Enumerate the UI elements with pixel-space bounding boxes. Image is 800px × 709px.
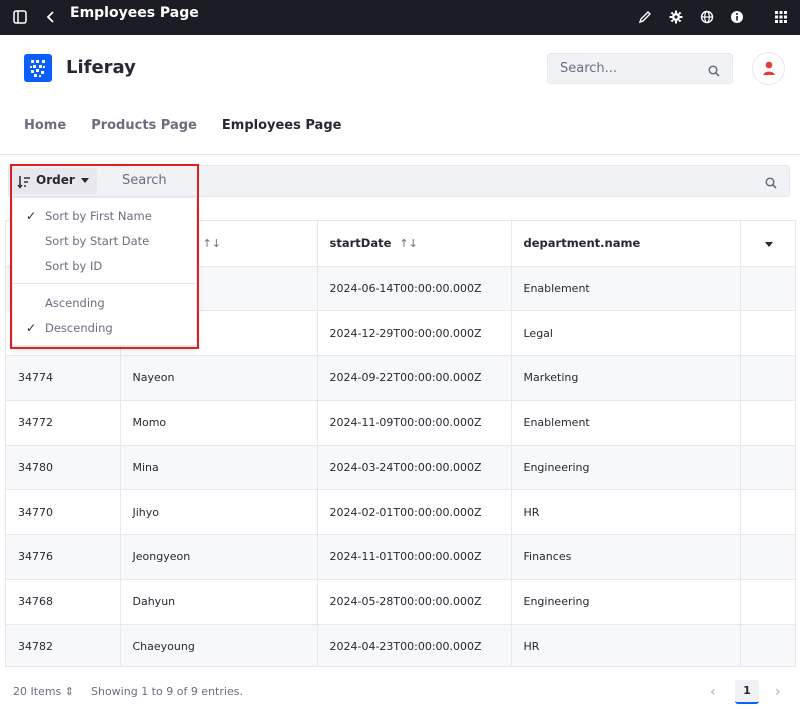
sort-order-icon bbox=[17, 174, 31, 193]
cell-id: 34774 bbox=[6, 355, 121, 401]
nav-item-home[interactable]: Home bbox=[24, 118, 66, 133]
globe-icon[interactable] bbox=[698, 8, 716, 26]
page-button-current[interactable]: 1 bbox=[735, 680, 759, 704]
cell-first-name: Jeongyeon bbox=[120, 534, 318, 580]
user-avatar-button[interactable] bbox=[752, 52, 785, 85]
cell-department: HR bbox=[511, 489, 741, 535]
order-dropdown-button[interactable]: Order bbox=[10, 168, 97, 194]
cell-department: Legal bbox=[511, 310, 741, 356]
pencil-icon[interactable] bbox=[636, 8, 654, 26]
cell-actions bbox=[740, 489, 795, 535]
cell-first-name: Nayeon bbox=[120, 355, 318, 401]
order-dropdown-menu: ✓ Sort by First Name Sort by Start Date … bbox=[12, 197, 198, 346]
cell-department: Engineering bbox=[511, 445, 741, 491]
search-icon[interactable] bbox=[765, 174, 777, 193]
cell-actions bbox=[740, 400, 795, 446]
cell-department: Marketing bbox=[511, 355, 741, 401]
cell-start-date: 2024-04-23T00:00:00.000Z bbox=[317, 624, 512, 666]
table-row[interactable]: 34774 Nayeon 2024-09-22T00:00:00.000Z Marke… bbox=[6, 355, 795, 401]
cell-department: Enablement bbox=[511, 400, 741, 446]
cell-id: 34768 bbox=[6, 579, 121, 625]
cell-actions bbox=[740, 624, 795, 666]
table-row[interactable]: 34768 Dahyun 2024-05-28T00:00:00.000Z Engin… bbox=[6, 579, 795, 625]
cell-id: 34772 bbox=[6, 400, 121, 446]
sort-arrows-icon[interactable]: ↑↓ bbox=[399, 237, 417, 250]
back-chevron-icon[interactable] bbox=[42, 8, 60, 26]
cell-actions bbox=[740, 579, 795, 625]
cell-actions bbox=[740, 445, 795, 491]
cell-department: HR bbox=[511, 624, 741, 666]
page-title: Employees Page bbox=[70, 5, 199, 21]
user-icon bbox=[761, 60, 777, 80]
cell-first-name: Jihyo bbox=[120, 489, 318, 535]
cell-actions bbox=[740, 355, 795, 401]
cell-department: Engineering bbox=[511, 579, 741, 625]
cell-start-date: 2024-12-29T00:00:00.000Z bbox=[317, 310, 512, 356]
menu-item-ascending[interactable]: Ascending bbox=[13, 291, 198, 315]
cell-start-date: 2024-03-24T00:00:00.000Z bbox=[317, 445, 512, 491]
nav-item-employees-page[interactable]: Employees Page bbox=[222, 118, 342, 133]
cell-start-date: 2024-11-09T00:00:00.000Z bbox=[317, 400, 512, 446]
table-row[interactable]: 34772 Momo 2024-11-09T00:00:00.000Z Enablem… bbox=[6, 400, 795, 446]
table-row[interactable]: 34782 Chaeyoung 2024-04-23T00:00:00.000Z HR bbox=[6, 624, 795, 666]
table-search-input[interactable]: Search bbox=[109, 168, 789, 194]
cell-first-name: Momo bbox=[120, 400, 318, 446]
cell-id: 34776 bbox=[6, 534, 121, 580]
liferay-logo-icon[interactable] bbox=[24, 54, 52, 82]
menu-item-sort-by-first-name[interactable]: ✓ Sort by First Name bbox=[13, 204, 198, 228]
cell-department: Enablement bbox=[511, 266, 741, 312]
caret-down-icon bbox=[81, 178, 89, 183]
cell-actions bbox=[740, 534, 795, 580]
cell-first-name: Mina bbox=[120, 445, 318, 491]
cell-first-name: Chaeyoung bbox=[120, 624, 318, 666]
menu-item-sort-by-start-date[interactable]: Sort by Start Date bbox=[13, 229, 198, 253]
cell-start-date: 2024-05-28T00:00:00.000Z bbox=[317, 579, 512, 625]
sidebar-toggle-icon[interactable] bbox=[11, 8, 29, 26]
search-icon[interactable] bbox=[708, 62, 720, 81]
check-icon: ✓ bbox=[26, 209, 37, 223]
cell-id: 34782 bbox=[6, 624, 121, 666]
cell-actions bbox=[740, 310, 795, 356]
dropdown-divider bbox=[13, 283, 198, 284]
cell-first-name: Dahyun bbox=[120, 579, 318, 625]
control-menu: Employees Page bbox=[0, 0, 800, 35]
next-page-icon[interactable]: › bbox=[775, 684, 781, 700]
cell-actions bbox=[740, 266, 795, 312]
cell-start-date: 2024-11-01T00:00:00.000Z bbox=[317, 534, 512, 580]
column-header-department-name[interactable]: department.name bbox=[511, 221, 741, 267]
nav-item-products-page[interactable]: Products Page bbox=[91, 118, 197, 133]
items-per-page-select[interactable]: 20 Items ⇕ bbox=[13, 685, 74, 698]
cell-department: Finances bbox=[511, 534, 741, 580]
site-search-input[interactable]: Search... bbox=[547, 53, 733, 84]
site-search-placeholder: Search... bbox=[560, 61, 618, 76]
check-icon: ✓ bbox=[26, 321, 37, 335]
pagination-results: Showing 1 to 9 of 9 entries. bbox=[91, 685, 243, 698]
cell-id: 34770 bbox=[6, 489, 121, 535]
gear-icon[interactable] bbox=[667, 8, 685, 26]
menu-item-descending[interactable]: ✓ Descending bbox=[13, 316, 198, 340]
previous-page-icon[interactable]: ‹ bbox=[710, 684, 716, 700]
pagination-bar: 20 Items ⇕ Showing 1 to 9 of 9 entries. … bbox=[0, 670, 800, 709]
menu-item-sort-by-id[interactable]: Sort by ID bbox=[13, 254, 198, 278]
order-label: Order bbox=[36, 173, 75, 187]
column-visibility-toggle[interactable] bbox=[740, 221, 795, 267]
table-row[interactable]: 34776 Jeongyeon 2024-11-01T00:00:00.000Z Fi… bbox=[6, 534, 795, 580]
cell-start-date: 2024-02-01T00:00:00.000Z bbox=[317, 489, 512, 535]
table-search-placeholder: Search bbox=[122, 173, 167, 188]
table-row[interactable]: 34780 Mina 2024-03-24T00:00:00.000Z Enginee… bbox=[6, 445, 795, 491]
site-header: Liferay Search... Home Products Page Emp… bbox=[0, 35, 800, 155]
cell-id: 34780 bbox=[6, 445, 121, 491]
site-navigation: Home Products Page Employees Page bbox=[24, 118, 366, 133]
info-icon[interactable] bbox=[728, 8, 746, 26]
caret-down-icon bbox=[764, 242, 773, 248]
cell-start-date: 2024-06-14T00:00:00.000Z bbox=[317, 266, 512, 312]
select-arrows-icon: ⇕ bbox=[64, 685, 74, 698]
sort-arrows-icon[interactable]: ↑↓ bbox=[203, 237, 221, 250]
table-row[interactable]: 34770 Jihyo 2024-02-01T00:00:00.000Z HR bbox=[6, 489, 795, 535]
column-header-start-date[interactable]: startDate ↑↓ bbox=[317, 221, 512, 267]
cell-start-date: 2024-09-22T00:00:00.000Z bbox=[317, 355, 512, 401]
brand-name[interactable]: Liferay bbox=[66, 57, 136, 78]
apps-grid-icon[interactable] bbox=[772, 8, 790, 26]
